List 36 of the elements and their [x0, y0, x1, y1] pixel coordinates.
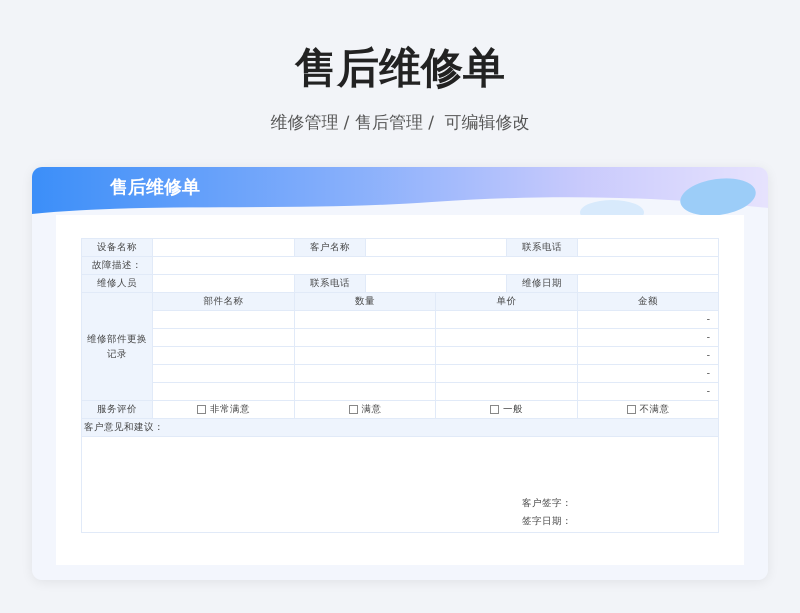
- amount-cell: -: [578, 346, 718, 364]
- comments-field[interactable]: 客户签字： 签字日期：: [82, 436, 718, 532]
- input-field[interactable]: [152, 238, 294, 256]
- checkbox[interactable]: [197, 404, 206, 414]
- checkbox[interactable]: [348, 404, 358, 414]
- input-field[interactable]: [366, 238, 506, 256]
- column-header: 金额: [578, 292, 718, 310]
- amount-cell: -: [578, 382, 718, 400]
- column-header: 部件名称: [152, 292, 294, 310]
- amount-cell: -: [578, 364, 718, 382]
- field-label: 维修人员: [82, 274, 152, 292]
- comments-label: 客户意见和建议：: [82, 418, 718, 436]
- card-title: 售后维修单: [108, 176, 200, 200]
- input-field[interactable]: [578, 238, 718, 256]
- column-header: 数量: [294, 292, 436, 310]
- section-label: 维修部件更换记录: [82, 292, 152, 400]
- field-label: 客户名称: [294, 238, 366, 256]
- amount-cell: -: [578, 328, 718, 346]
- column-header: 单价: [436, 292, 578, 310]
- field-label: 维修日期: [506, 274, 578, 292]
- option-label: 不满意: [640, 402, 670, 416]
- field-label: 服务评价: [82, 400, 152, 418]
- option-label: 非常满意: [210, 402, 250, 416]
- date-label: 签字日期：: [522, 515, 572, 528]
- amount-cell: -: [578, 310, 718, 328]
- checkbox[interactable]: [626, 404, 636, 414]
- option-label: 满意: [362, 402, 382, 416]
- breadcrumb: 维修管理 / 售后管理 / 可编辑修改: [270, 112, 530, 134]
- page-title: 售后维修单: [295, 42, 505, 94]
- field-label: 设备名称: [82, 238, 152, 256]
- field-label: 故障描述：: [82, 256, 152, 274]
- signature-label: 客户签字：: [522, 497, 572, 510]
- option-label: 一般: [503, 402, 523, 416]
- field-label: 联系电话: [294, 274, 366, 292]
- checkbox[interactable]: [490, 404, 499, 414]
- field-label: 联系电话: [506, 238, 578, 256]
